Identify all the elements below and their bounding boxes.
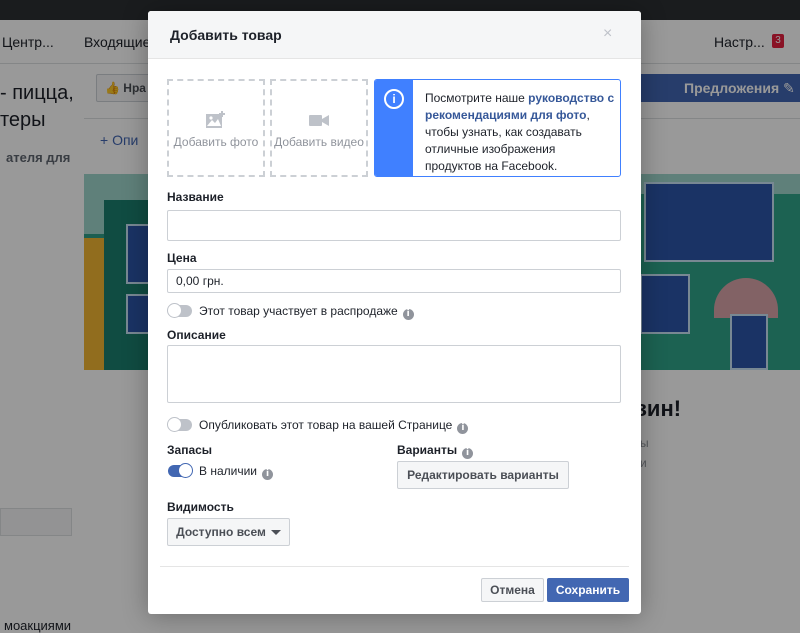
- visibility-label: Видимость: [167, 500, 234, 514]
- name-label: Название: [167, 190, 224, 204]
- add-photo-label: Добавить фото: [173, 135, 259, 149]
- info-icon: i: [384, 89, 404, 109]
- toggle-knob: [167, 303, 182, 318]
- add-product-dialog: Добавить товар × Добавить фото Добавить …: [148, 11, 641, 614]
- publish-toggle[interactable]: [167, 417, 192, 432]
- variants-text: Варианты: [397, 443, 458, 457]
- description-label: Описание: [167, 328, 226, 342]
- description-textarea[interactable]: [167, 345, 621, 403]
- caret-down-icon: [270, 530, 281, 535]
- sale-toggle-text: Этот товар участвует в распродаже: [199, 304, 398, 318]
- cancel-button[interactable]: Отмена: [481, 578, 544, 602]
- photo-guide-info: i Посмотрите наше руководство с рекоменд…: [374, 79, 621, 177]
- edit-variants-button[interactable]: Редактировать варианты: [397, 461, 569, 489]
- footer-divider: [160, 566, 629, 567]
- in-stock-toggle[interactable]: [168, 463, 193, 478]
- save-button[interactable]: Сохранить: [547, 578, 629, 602]
- close-icon[interactable]: ×: [603, 25, 612, 43]
- dialog-header: Добавить товар ×: [148, 11, 641, 59]
- publish-toggle-label: Опубликовать этот товар на вашей Страниц…: [199, 418, 469, 434]
- info-icon[interactable]: i: [462, 448, 474, 459]
- sale-toggle[interactable]: [167, 303, 192, 318]
- visibility-dropdown[interactable]: Доступно всем: [167, 518, 290, 546]
- info-icon[interactable]: i: [402, 309, 414, 320]
- add-video-button[interactable]: Добавить видео: [270, 79, 368, 177]
- stock-label: Запасы: [167, 443, 213, 457]
- price-input[interactable]: [167, 269, 621, 293]
- sale-toggle-label: Этот товар участвует в распродаже i: [199, 304, 414, 320]
- price-label: Цена: [167, 251, 197, 265]
- publish-toggle-text: Опубликовать этот товар на вашей Страниц…: [199, 418, 453, 432]
- toggle-knob: [178, 463, 193, 478]
- name-input[interactable]: [167, 210, 621, 241]
- dialog-title: Добавить товар: [170, 27, 282, 43]
- in-stock-text: В наличии: [199, 464, 258, 478]
- info-text-before: Посмотрите наше: [425, 91, 529, 105]
- add-video-label: Добавить видео: [274, 135, 364, 149]
- video-camera-icon: [309, 115, 329, 126]
- info-icon[interactable]: i: [262, 469, 274, 480]
- visibility-value: Доступно всем: [176, 525, 266, 539]
- add-photo-button[interactable]: Добавить фото: [167, 79, 265, 177]
- info-text: Посмотрите наше руководство с рекомендац…: [425, 90, 615, 175]
- info-icon[interactable]: i: [457, 423, 469, 434]
- info-stripe: i: [375, 80, 413, 176]
- variants-label: Варианты i: [397, 443, 474, 459]
- photo-icon: [206, 111, 225, 128]
- toggle-knob: [167, 417, 182, 432]
- in-stock-label: В наличии i: [199, 464, 274, 480]
